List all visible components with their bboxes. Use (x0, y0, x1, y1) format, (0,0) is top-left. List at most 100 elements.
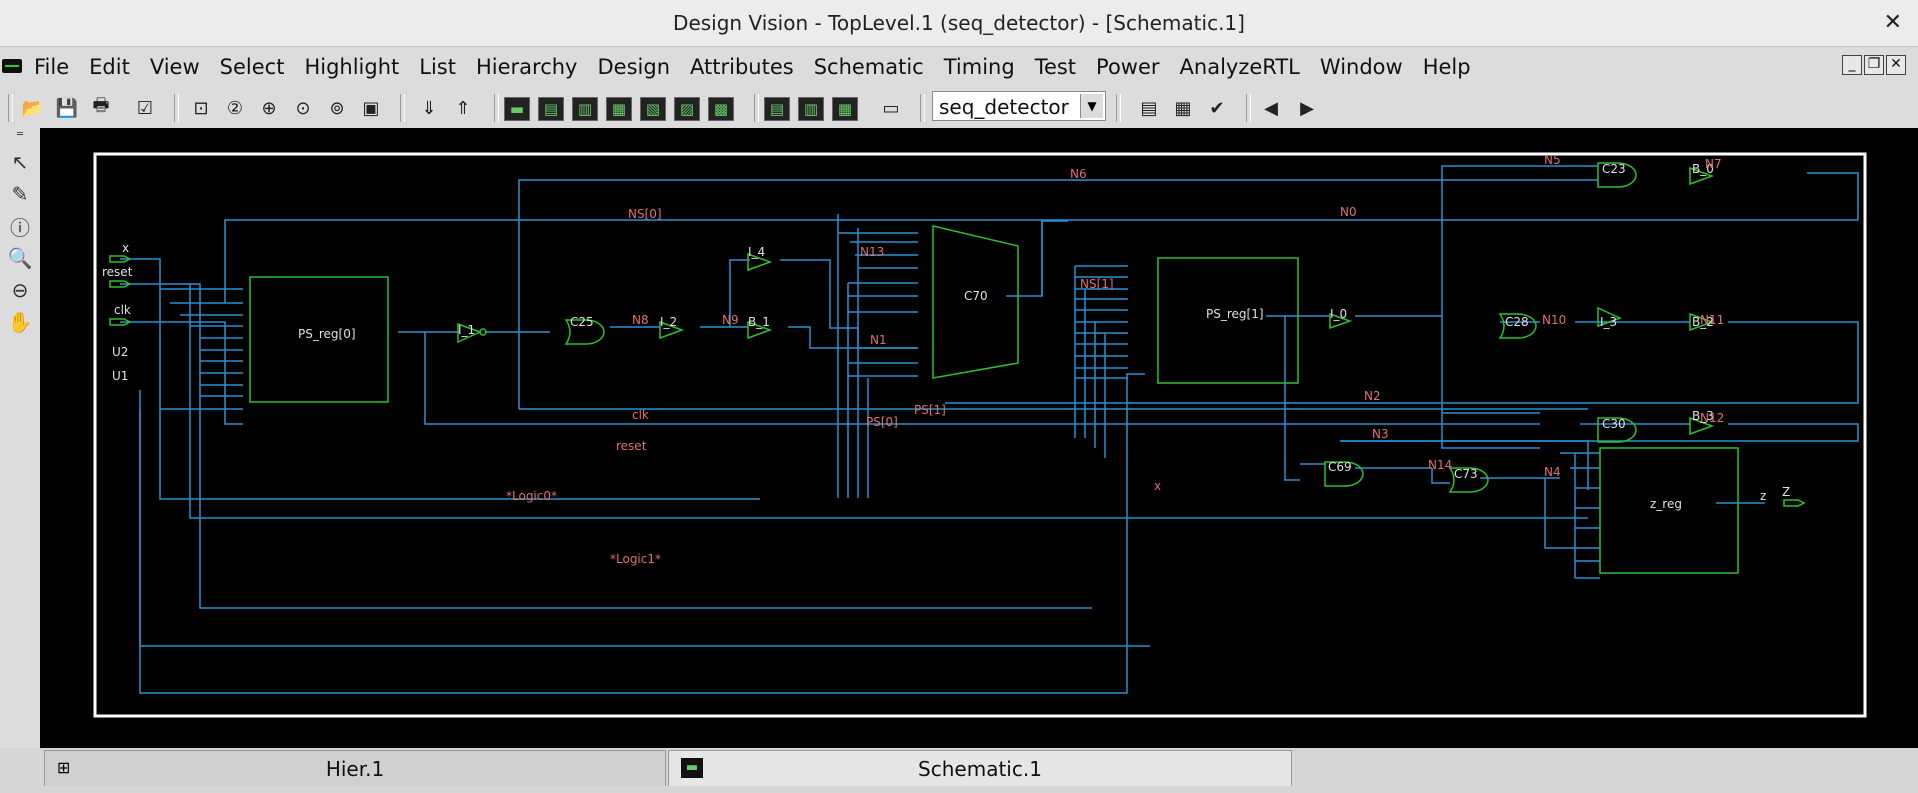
check-design-icon[interactable]: ▤ (1136, 95, 1162, 121)
schematic-canvas[interactable]: PS_reg[0] PS_reg[1] z_reg C70 C25 C23 C2… (40, 128, 1918, 748)
path-schematic-icon[interactable]: ▥ (572, 97, 598, 121)
net-reset: reset (616, 439, 647, 453)
menu-timing[interactable]: Timing (934, 55, 1025, 79)
port-z-net-label: z (1760, 489, 1766, 503)
fanin-icon[interactable]: ▦ (606, 97, 632, 121)
zoom-in-tool-icon[interactable]: 🔍 (6, 244, 34, 272)
close-window-button[interactable]: ✕ (1884, 10, 1902, 35)
histogram-icon[interactable]: ▥ (798, 97, 824, 121)
minimize-button[interactable]: _ (1842, 55, 1862, 75)
port-z[interactable] (1783, 499, 1806, 507)
zoom-select-icon[interactable]: ▣ (358, 95, 384, 121)
close-document-button[interactable]: ✕ (1886, 55, 1906, 75)
schematic-view-icon[interactable]: ▬ (504, 97, 530, 121)
c70-label: C70 (964, 289, 988, 303)
cell-labels: PS_reg[0] PS_reg[1] z_reg C70 C25 C23 C2… (102, 162, 1790, 511)
report-icon[interactable]: ▦ (832, 97, 858, 121)
timing-icon[interactable]: ▤ (764, 97, 790, 121)
port-reset-label: reset (102, 265, 133, 279)
select-pointer-icon[interactable]: ↖ (6, 148, 34, 176)
i0-label: I_0 (1330, 307, 1347, 321)
app-icon (2, 59, 22, 73)
toolbar-separator (920, 94, 925, 122)
menu-select[interactable]: Select (210, 55, 295, 79)
z-reg-label: z_reg (1650, 497, 1682, 511)
net-clk: clk (632, 408, 649, 422)
menu-edit[interactable]: Edit (79, 55, 140, 79)
net-n7: N7 (1705, 157, 1722, 171)
compile-icon[interactable]: ▦ (1170, 95, 1196, 121)
chevron-down-icon[interactable]: ▼ (1080, 94, 1103, 118)
menu-hierarchy[interactable]: Hierarchy (466, 55, 588, 79)
menu-help[interactable]: Help (1413, 55, 1481, 79)
menu-list[interactable]: List (409, 55, 466, 79)
tab-hier-label: Hier.1 (325, 757, 385, 781)
c69-label: C69 (1328, 460, 1352, 474)
properties-icon[interactable]: ☑ (132, 95, 158, 121)
c30-label: C30 (1602, 417, 1626, 431)
back-icon[interactable]: ◀ (1258, 95, 1284, 121)
menu-power[interactable]: Power (1086, 55, 1170, 79)
ps-reg1-label: PS_reg[1] (1206, 307, 1264, 321)
left-tool-palette: ═ ↖ ✎ ⓘ 🔍 ⊖ ✋ (0, 128, 40, 748)
open-folder-icon[interactable]: 📂 (20, 95, 46, 121)
menu-design[interactable]: Design (588, 55, 681, 79)
net-n11: N11 (1700, 313, 1724, 327)
pencil-icon[interactable]: ✎ (6, 180, 34, 208)
menu-highlight[interactable]: Highlight (294, 55, 409, 79)
save-icon[interactable]: 💾 (54, 95, 80, 121)
schematic-diagram[interactable]: PS_reg[0] PS_reg[1] z_reg C70 C25 C23 C2… (40, 128, 1918, 748)
menu-attributes[interactable]: Attributes (680, 55, 804, 79)
toolbar-separator (174, 94, 179, 122)
compile-ultra-icon[interactable]: ✔ (1204, 95, 1230, 121)
title-bar: Design Vision - TopLevel.1 (seq_detector… (0, 0, 1918, 47)
forward-icon: ▶ (1300, 97, 1314, 119)
pan-hand-icon[interactable]: ✋ (6, 308, 34, 336)
net-n13: N13 (860, 245, 884, 259)
tab-schematic-label: Schematic.1 (918, 757, 1042, 781)
toolbar-separator (8, 94, 13, 122)
tab-hier[interactable]: ⊞ Hier.1 (44, 750, 666, 786)
zoom-fit-icon[interactable]: ⊡ (188, 95, 214, 121)
net-labels: N6 N5 N7 N0 NS[0] N13 NS[1] N8 N9 N1 N10… (506, 153, 1724, 566)
menu-window[interactable]: Window (1310, 55, 1413, 79)
design-select[interactable]: seq_detector ▼ (932, 91, 1106, 121)
net-n10: N10 (1542, 313, 1566, 327)
fanout-icon[interactable]: ▧ (640, 97, 666, 121)
tab-schematic[interactable]: ▬ Schematic.1 (668, 750, 1292, 786)
info-icon[interactable]: ⓘ (6, 212, 34, 240)
i1-label: I_1 (458, 323, 475, 337)
b1-label: B_1 (748, 315, 770, 329)
zoom-region-icon[interactable]: ⊕ (256, 95, 282, 121)
menu-analyzertl[interactable]: AnalyzeRTL (1170, 55, 1310, 79)
i3-label: I_3 (1600, 315, 1617, 329)
net-n5: N5 (1544, 153, 1561, 167)
hierarchy-icon[interactable]: ▩ (708, 97, 734, 121)
net-ns1: NS[1] (1080, 277, 1114, 291)
push-down-icon[interactable]: ⇓ (416, 95, 442, 121)
print-icon[interactable]: 🖶 (88, 95, 114, 121)
restore-button[interactable]: ❐ (1864, 55, 1884, 75)
zoom-out-tool-icon[interactable]: ⊖ (6, 276, 34, 304)
net-logic1: *Logic1* (610, 552, 661, 566)
net-ns0: NS[0] (628, 207, 662, 221)
toolbar-separator (494, 94, 499, 122)
zoom-2-icon[interactable]: ② (222, 95, 248, 121)
menu-schematic[interactable]: Schematic (804, 55, 934, 79)
port-clk-label: clk (114, 303, 131, 317)
zoom-in-icon[interactable]: ⊚ (324, 95, 350, 121)
cone-icon[interactable]: ▨ (674, 97, 700, 121)
net-logic0: *Logic0* (506, 489, 557, 503)
symbol-view-icon[interactable]: ▤ (538, 97, 564, 121)
net-n2: N2 (1364, 389, 1381, 403)
toolbar-separator (400, 94, 405, 122)
menu-bar: File Edit View Select Highlight List Hie… (0, 47, 1918, 87)
c28-label: C28 (1505, 315, 1529, 329)
menu-view[interactable]: View (140, 55, 210, 79)
pop-up-icon[interactable]: ⇑ (450, 95, 476, 121)
menu-file[interactable]: File (24, 55, 79, 79)
net-n8: N8 (632, 313, 649, 327)
zoom-previous-icon[interactable]: ⊙ (290, 95, 316, 121)
menu-test[interactable]: Test (1025, 55, 1086, 79)
design-select-value: seq_detector (939, 95, 1069, 119)
